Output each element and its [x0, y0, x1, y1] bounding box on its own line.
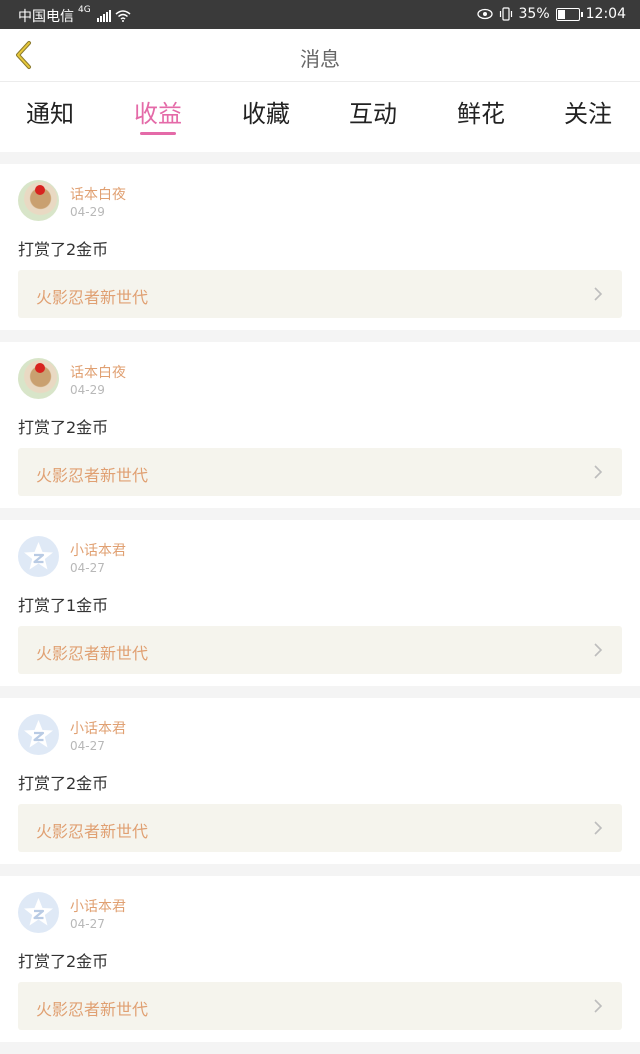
chevron-right-icon [594, 821, 603, 835]
wifi-icon [115, 10, 131, 22]
user-name[interactable]: 小话本君 [70, 540, 126, 560]
user-name[interactable]: 小话本君 [70, 896, 126, 916]
post-date: 04-27 [70, 739, 105, 753]
tab-notifications[interactable]: 通知 [26, 94, 74, 129]
work-title: 火影忍者新世代 [36, 288, 149, 307]
post-date: 04-29 [70, 205, 105, 219]
list-item: 话本白夜 04-29 打赏了2金币 火影忍者新世代 [0, 342, 640, 508]
active-tab-indicator [140, 132, 176, 135]
user-name[interactable]: 小话本君 [70, 718, 126, 738]
avatar[interactable] [18, 358, 59, 399]
chevron-right-icon [594, 643, 603, 657]
chevron-right-icon [594, 999, 603, 1013]
avatar[interactable] [18, 536, 59, 577]
work-title: 火影忍者新世代 [36, 1000, 149, 1019]
work-title: 火影忍者新世代 [36, 822, 149, 841]
avatar[interactable] [18, 180, 59, 221]
work-link[interactable]: 火影忍者新世代 [18, 448, 622, 496]
tab-earnings[interactable]: 收益 [134, 94, 182, 129]
network-type: 4G [78, 5, 91, 15]
vibrate-icon [499, 7, 512, 21]
avatar[interactable] [18, 892, 59, 933]
message-text: 打赏了2金币 [18, 240, 109, 259]
status-bar: 中国电信 4G 35% 12:04 [0, 0, 640, 29]
clock: 12:04 [585, 6, 626, 22]
user-name[interactable]: 话本白夜 [70, 184, 126, 204]
message-text: 打赏了2金币 [18, 774, 109, 793]
chevron-right-icon [594, 465, 603, 479]
work-link[interactable]: 火影忍者新世代 [18, 270, 622, 318]
post-date: 04-27 [70, 561, 105, 575]
eye-icon [476, 8, 493, 20]
star-logo-icon [24, 720, 53, 748]
user-name[interactable]: 话本白夜 [70, 362, 126, 382]
message-text: 打赏了2金币 [18, 418, 109, 437]
message-feed: 话本白夜 04-29 打赏了2金币 火影忍者新世代 话本白夜 04-29 打赏了… [0, 164, 640, 1054]
work-title: 火影忍者新世代 [36, 466, 149, 485]
tab-favorites[interactable]: 收藏 [242, 94, 290, 129]
tab-following[interactable]: 关注 [564, 94, 612, 129]
chevron-right-icon [594, 287, 603, 301]
work-link[interactable]: 火影忍者新世代 [18, 804, 622, 852]
tab-bar: 通知 收益 收藏 互动 鲜花 关注 [0, 82, 640, 152]
message-text: 打赏了1金币 [18, 596, 109, 615]
star-logo-icon [24, 898, 53, 926]
star-logo-icon [24, 542, 53, 570]
list-item: 话本白夜 04-29 打赏了2金币 火影忍者新世代 [0, 164, 640, 330]
signal-icon [96, 10, 111, 22]
work-link[interactable]: 火影忍者新世代 [18, 626, 622, 674]
avatar[interactable] [18, 714, 59, 755]
list-item: 小话本君 04-27 打赏了2金币 火影忍者新世代 [0, 698, 640, 864]
post-date: 04-27 [70, 917, 105, 931]
app-header: 消息 [0, 29, 640, 82]
work-link[interactable]: 火影忍者新世代 [18, 982, 622, 1030]
carrier-label: 中国电信 [18, 9, 74, 25]
message-text: 打赏了2金币 [18, 952, 109, 971]
tab-interactions[interactable]: 互动 [349, 94, 397, 129]
list-item: 小话本君 04-27 打赏了2金币 火影忍者新世代 [0, 876, 640, 1042]
post-date: 04-29 [70, 383, 105, 397]
tab-flowers[interactable]: 鲜花 [457, 94, 505, 129]
work-title: 火影忍者新世代 [36, 644, 149, 663]
battery-percent: 35% [518, 6, 550, 22]
battery-icon [555, 7, 583, 21]
page-title: 消息 [300, 47, 340, 71]
list-item: 小话本君 04-27 打赏了1金币 火影忍者新世代 [0, 520, 640, 686]
